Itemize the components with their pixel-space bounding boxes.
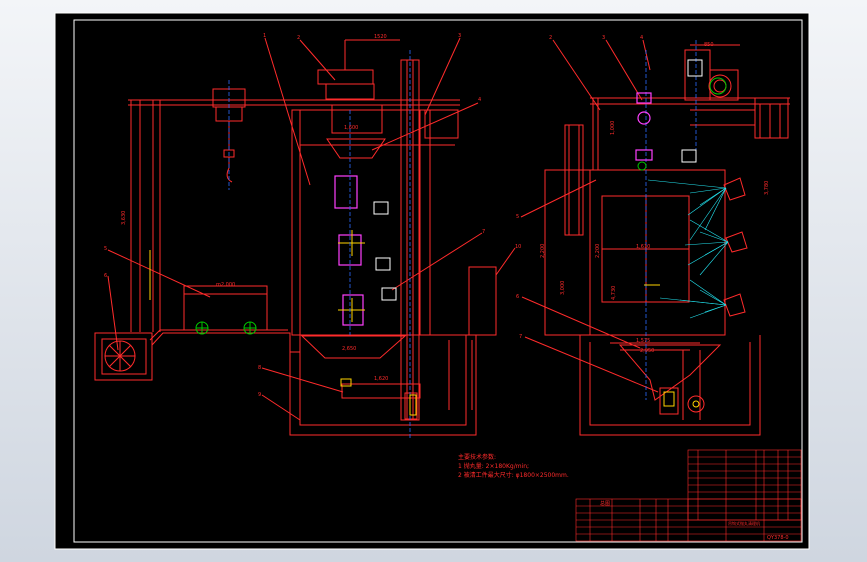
dim-inner-width: 1,610 (636, 244, 650, 250)
dim-right-cabinet: 4,730 (611, 286, 617, 300)
sheet-label: 总图 (600, 500, 610, 507)
dim-hopper: m2,000 (216, 282, 235, 288)
callout: 8 (258, 365, 261, 371)
dim-hopper-width: 1,600 (344, 125, 358, 131)
callout: 5 (516, 214, 519, 220)
dim-right-gap: 3,000 (560, 281, 566, 295)
drawing-sheet (54, 12, 810, 550)
cad-drawing-canvas[interactable]: 1520 3,630 1,600 2,650 m2,000 1,620 1 2 … (0, 0, 867, 562)
callout: 10 (515, 244, 521, 250)
callout: 5 (104, 246, 107, 252)
callout: 2 (297, 35, 300, 41)
drawing-number: QY378-0 (767, 535, 789, 541)
dim-chamber: 1,575 (636, 338, 650, 344)
dim-cabinet-height: 2,200 (540, 244, 546, 258)
callout: 7 (482, 229, 485, 235)
callout: 9 (258, 392, 261, 398)
dim-floor-width: 2,650 (342, 346, 356, 352)
drawing-title: 吊钩式抛丸清理机 (728, 520, 760, 526)
callout: 3 (602, 35, 605, 41)
technical-notes: 主要技术参数: 1 抛丸量: 2×180Kg/min; 2 被清工件最大尺寸: … (458, 453, 569, 480)
callout: 4 (640, 35, 643, 41)
dim-small-2: 1,620 (374, 376, 388, 382)
dim-right-top: 850 (704, 42, 714, 48)
callout: 6 (104, 273, 107, 279)
callout: 7 (519, 334, 522, 340)
notes-title: 主要技术参数: (458, 454, 497, 461)
callout: 3 (458, 33, 461, 39)
dim-bottom-width: 2,950 (640, 348, 654, 354)
dim-right-height: 3,780 (764, 181, 770, 195)
callout: 4 (478, 97, 481, 103)
callout: 6 (516, 294, 519, 300)
callout: 1 (263, 33, 266, 39)
cad-viewer-window: 1520 3,630 1,600 2,650 m2,000 1,620 1 2 … (0, 0, 867, 562)
dim-mid-height: 1,000 (610, 121, 616, 135)
dim-door-height: 2,200 (595, 244, 601, 258)
notes-line-2: 2 被清工件最大尺寸: φ1800×2500mm. (458, 472, 569, 479)
dim-left-height: 3,630 (121, 211, 127, 225)
dim-top-span: 1520 (374, 34, 387, 40)
notes-line-1: 1 抛丸量: 2×180Kg/min; (458, 463, 530, 470)
callout: 2 (549, 35, 552, 41)
